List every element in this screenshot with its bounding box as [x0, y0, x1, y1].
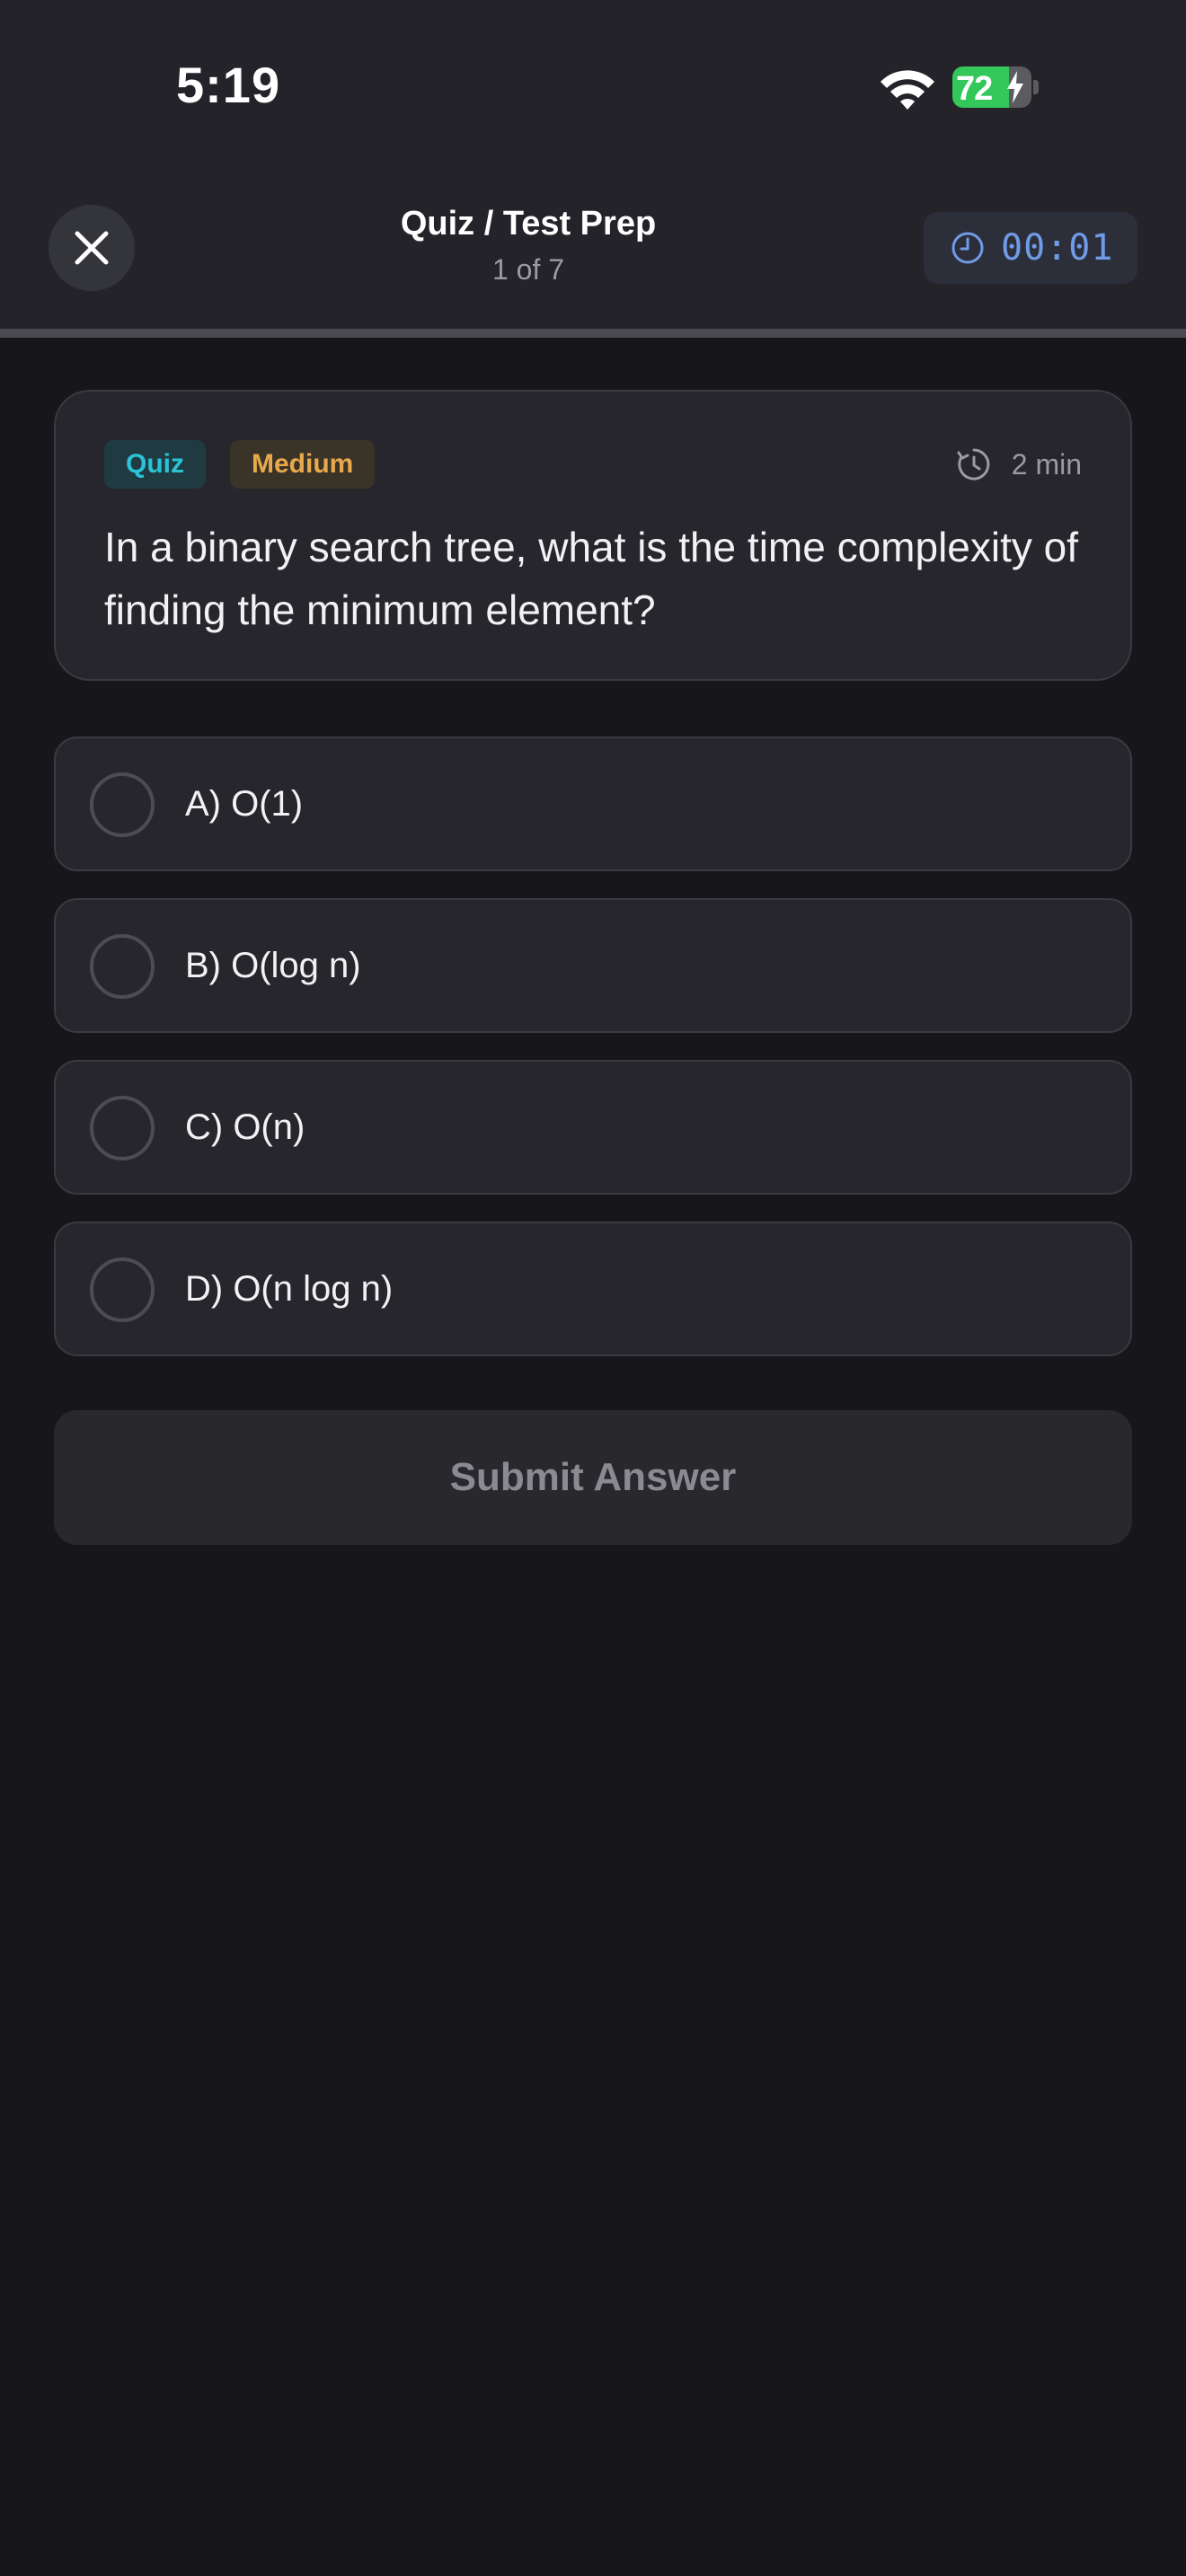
tag-difficulty: Medium [230, 440, 376, 489]
answer-option-d[interactable]: D) O(n log n) [54, 1222, 1132, 1356]
radio-button[interactable] [90, 1096, 155, 1160]
option-label: B) O(log n) [185, 946, 361, 985]
answer-option-a[interactable]: A) O(1) [54, 737, 1132, 871]
radio-button[interactable] [90, 772, 155, 837]
charging-bolt-icon [1007, 71, 1023, 103]
status-time: 5:19 [176, 57, 281, 113]
battery-cap [1033, 80, 1039, 94]
progress-bar [0, 329, 1186, 338]
status-bar: 5:19 72 [0, 0, 1186, 171]
duration: 2 min [956, 442, 1082, 487]
submit-answer-button[interactable]: Submit Answer [54, 1410, 1132, 1545]
page-title: Quiz / Test Prep [400, 205, 657, 243]
stopwatch-icon [957, 448, 990, 481]
option-label: A) O(1) [185, 784, 304, 824]
radio-button[interactable] [90, 1257, 155, 1322]
question-card: Quiz Medium 2 min In a binary search tre… [54, 390, 1132, 681]
option-label: C) O(n) [185, 1107, 305, 1147]
timer-pill: 00:01 [924, 212, 1137, 284]
timer-text: 00:01 [1001, 227, 1114, 269]
answer-option-b[interactable]: B) O(log n) [54, 898, 1132, 1033]
tag-quiz: Quiz [104, 440, 206, 489]
battery-body: 72 [952, 66, 1031, 108]
radio-button[interactable] [90, 934, 155, 999]
battery-level: 72 [956, 70, 993, 108]
clock-icon [951, 232, 984, 264]
question-text: In a binary search tree, what is the tim… [104, 524, 1079, 633]
answer-option-c[interactable]: C) O(n) [54, 1060, 1132, 1195]
nav-bar: Quiz / Test Prep 1 of 7 00:01 [0, 171, 1186, 331]
battery-icon: 72 [952, 66, 1039, 108]
question-counter: 1 of 7 [491, 253, 565, 286]
wifi-icon [881, 70, 934, 110]
option-label: D) O(n log n) [185, 1269, 394, 1309]
duration-text: 2 min [1011, 447, 1082, 481]
